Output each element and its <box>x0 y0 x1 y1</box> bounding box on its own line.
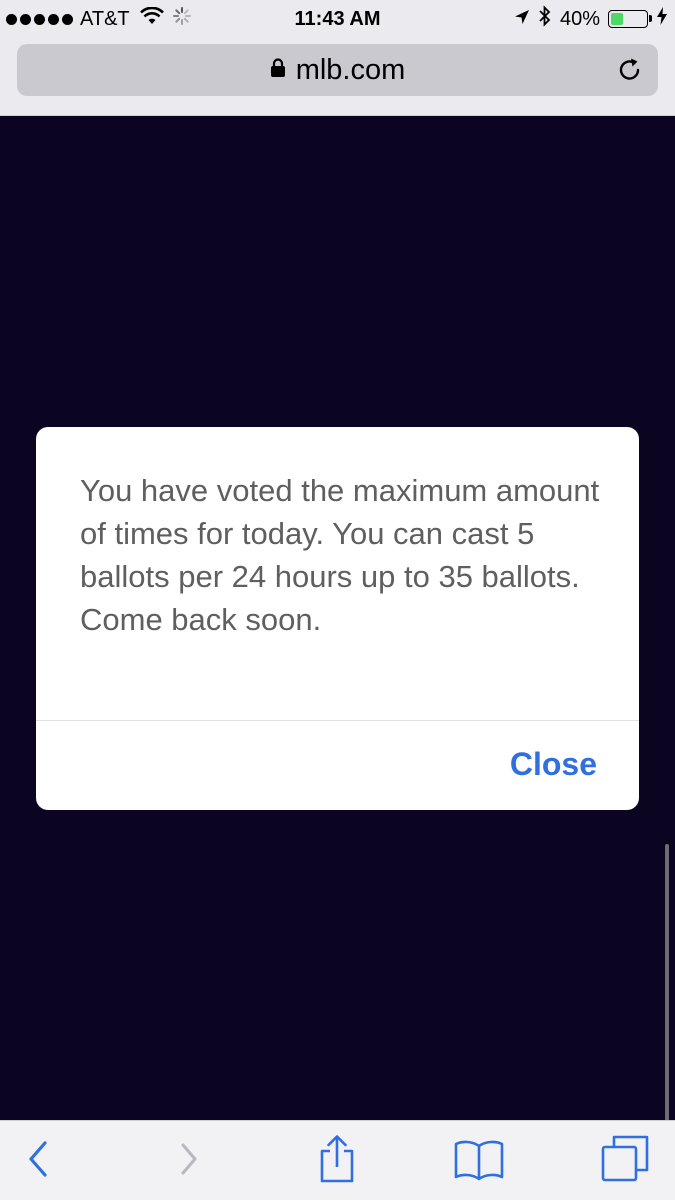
tabs-icon <box>600 1134 650 1189</box>
close-button[interactable]: Close <box>510 746 597 783</box>
lock-icon <box>270 57 286 83</box>
vote-limit-alert: You have voted the maximum amount of tim… <box>36 427 639 810</box>
safari-screen: AT&T 11:43 AM 40% mlb.com You have voted… <box>0 0 675 1200</box>
bluetooth-icon <box>538 5 552 33</box>
scroll-indicator <box>665 844 669 1166</box>
alert-message: You have voted the maximum amount of tim… <box>80 473 600 637</box>
battery-fill <box>611 13 624 25</box>
browser-toolbar <box>0 1120 675 1200</box>
reload-icon[interactable] <box>616 56 644 89</box>
alert-divider <box>36 720 639 721</box>
forward-button[interactable] <box>161 1133 217 1189</box>
url-text: mlb.com <box>295 53 406 86</box>
browser-top-chrome: AT&T 11:43 AM 40% mlb.com <box>0 0 675 116</box>
battery-percent: 40% <box>559 7 600 30</box>
charging-bolt-icon <box>657 7 667 31</box>
back-icon <box>25 1139 53 1184</box>
forward-icon <box>175 1139 203 1184</box>
back-button[interactable] <box>11 1133 67 1189</box>
status-bar: AT&T 11:43 AM 40% <box>0 0 675 38</box>
status-right: 40% <box>506 5 667 33</box>
address-bar[interactable]: mlb.com <box>17 44 658 96</box>
location-arrow-icon <box>514 8 530 31</box>
bookmarks-icon <box>452 1137 506 1186</box>
address-bar-content: mlb.com <box>17 44 658 96</box>
bookmarks-button[interactable] <box>451 1133 507 1189</box>
share-icon <box>317 1134 357 1189</box>
tabs-button[interactable] <box>597 1133 653 1189</box>
share-button[interactable] <box>309 1133 365 1189</box>
battery-icon <box>608 10 652 28</box>
